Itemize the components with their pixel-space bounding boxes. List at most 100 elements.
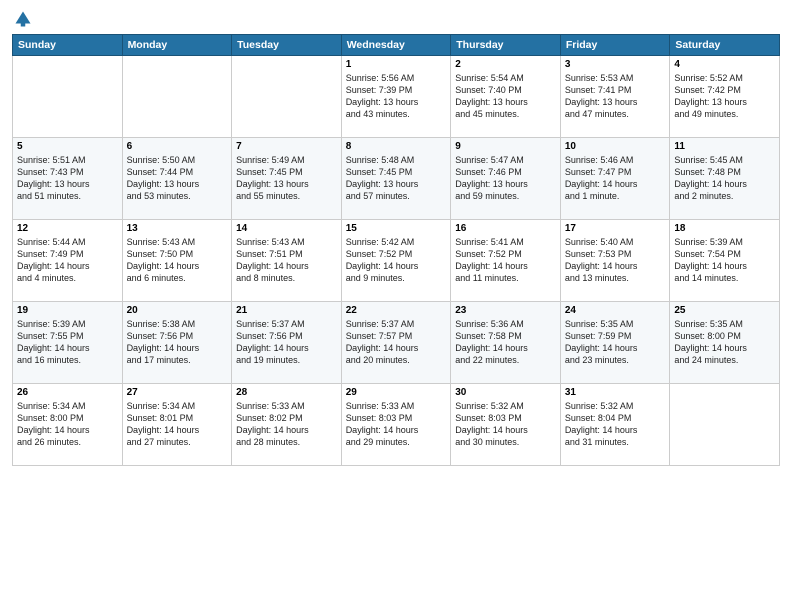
day-number: 13 [127, 223, 228, 234]
calendar-body: 1 Sunrise: 5:56 AM Sunset: 7:39 PM Daylig… [13, 56, 780, 466]
calendar-day-cell: 24Sunrise: 5:35 AM Sunset: 7:59 PM Dayli… [560, 302, 670, 384]
day-number: 26 [17, 387, 118, 398]
calendar-day-cell: 30 Sunrise: 5:32 AM Sunset: 8:03 PM Dayli… [451, 384, 561, 466]
calendar-day-cell [13, 56, 123, 138]
calendar-day-cell: 4 Sunrise: 5:52 AM Sunset: 7:42 PM Daylig… [670, 56, 780, 138]
weekday-header-cell: Tuesday [232, 35, 342, 56]
day-number: 29 [346, 387, 447, 398]
day-info: Sunrise: 5:36 AM Sunset: 7:58 PM Dayligh… [455, 318, 556, 367]
day-info: Sunrise: 5:40 AM Sunset: 7:53 PM Dayligh… [565, 236, 666, 285]
day-info: Sunrise: 5:33 AM Sunset: 8:03 PM Dayligh… [346, 400, 447, 449]
logo-icon [14, 10, 32, 28]
day-info: Sunrise: 5:38 AM Sunset: 7:56 PM Dayligh… [127, 318, 228, 367]
day-info: Sunrise: 5:51 AM Sunset: 7:43 PM Dayligh… [17, 154, 118, 203]
day-info: Sunrise: 5:39 AM Sunset: 7:55 PM Dayligh… [17, 318, 118, 367]
weekday-header-cell: Wednesday [341, 35, 451, 56]
day-info: Sunrise: 5:37 AM Sunset: 7:56 PM Dayligh… [236, 318, 337, 367]
calendar-day-cell: 29 Sunrise: 5:33 AM Sunset: 8:03 PM Dayli… [341, 384, 451, 466]
day-number: 12 [17, 223, 118, 234]
calendar-day-cell: 20 Sunrise: 5:38 AM Sunset: 7:56 PM Dayli… [122, 302, 232, 384]
weekday-header-cell: Monday [122, 35, 232, 56]
day-number: 14 [236, 223, 337, 234]
calendar-day-cell: 1 Sunrise: 5:56 AM Sunset: 7:39 PM Daylig… [341, 56, 451, 138]
day-number: 3 [565, 59, 666, 70]
day-number: 4 [674, 59, 775, 70]
day-number: 8 [346, 141, 447, 152]
day-number: 20 [127, 305, 228, 316]
day-number: 16 [455, 223, 556, 234]
day-info: Sunrise: 5:41 AM Sunset: 7:52 PM Dayligh… [455, 236, 556, 285]
calendar-day-cell [670, 384, 780, 466]
day-number: 7 [236, 141, 337, 152]
day-info: Sunrise: 5:56 AM Sunset: 7:39 PM Dayligh… [346, 72, 447, 121]
calendar-day-cell: 7 Sunrise: 5:49 AM Sunset: 7:45 PM Daylig… [232, 138, 342, 220]
calendar-week-row: 26 Sunrise: 5:34 AM Sunset: 8:00 PM Dayli… [13, 384, 780, 466]
calendar-day-cell: 10 Sunrise: 5:46 AM Sunset: 7:47 PM Dayli… [560, 138, 670, 220]
day-number: 25 [674, 305, 775, 316]
calendar-day-cell: 12 Sunrise: 5:44 AM Sunset: 7:49 PM Dayli… [13, 220, 123, 302]
calendar-week-row: 12 Sunrise: 5:44 AM Sunset: 7:49 PM Dayli… [13, 220, 780, 302]
day-number: 28 [236, 387, 337, 398]
day-number: 30 [455, 387, 556, 398]
day-info: Sunrise: 5:35 AM Sunset: 8:00 PM Dayligh… [674, 318, 775, 367]
weekday-header-cell: Thursday [451, 35, 561, 56]
weekday-header-row: SundayMondayTuesdayWednesdayThursdayFrid… [13, 35, 780, 56]
day-info: Sunrise: 5:39 AM Sunset: 7:54 PM Dayligh… [674, 236, 775, 285]
calendar-day-cell: 18 Sunrise: 5:39 AM Sunset: 7:54 PM Dayli… [670, 220, 780, 302]
calendar-day-cell: 19Sunrise: 5:39 AM Sunset: 7:55 PM Dayli… [13, 302, 123, 384]
day-number: 18 [674, 223, 775, 234]
calendar-day-cell: 17 Sunrise: 5:40 AM Sunset: 7:53 PM Dayli… [560, 220, 670, 302]
day-number: 2 [455, 59, 556, 70]
calendar-day-cell: 2 Sunrise: 5:54 AM Sunset: 7:40 PM Daylig… [451, 56, 561, 138]
calendar-day-cell: 15Sunrise: 5:42 AM Sunset: 7:52 PM Dayli… [341, 220, 451, 302]
day-info: Sunrise: 5:34 AM Sunset: 8:01 PM Dayligh… [127, 400, 228, 449]
day-number: 5 [17, 141, 118, 152]
calendar-day-cell: 13 Sunrise: 5:43 AM Sunset: 7:50 PM Dayli… [122, 220, 232, 302]
calendar-day-cell: 22 Sunrise: 5:37 AM Sunset: 7:57 PM Dayli… [341, 302, 451, 384]
calendar-day-cell [232, 56, 342, 138]
calendar-week-row: 1 Sunrise: 5:56 AM Sunset: 7:39 PM Daylig… [13, 56, 780, 138]
day-info: Sunrise: 5:54 AM Sunset: 7:40 PM Dayligh… [455, 72, 556, 121]
day-number: 9 [455, 141, 556, 152]
calendar-day-cell: 26 Sunrise: 5:34 AM Sunset: 8:00 PM Dayli… [13, 384, 123, 466]
calendar-day-cell: 6Sunrise: 5:50 AM Sunset: 7:44 PM Daylig… [122, 138, 232, 220]
calendar-day-cell: 31Sunrise: 5:32 AM Sunset: 8:04 PM Dayli… [560, 384, 670, 466]
day-info: Sunrise: 5:47 AM Sunset: 7:46 PM Dayligh… [455, 154, 556, 203]
day-number: 23 [455, 305, 556, 316]
logo [12, 10, 32, 28]
header [12, 10, 780, 28]
calendar-day-cell: 5 Sunrise: 5:51 AM Sunset: 7:43 PM Daylig… [13, 138, 123, 220]
day-info: Sunrise: 5:42 AM Sunset: 7:52 PM Dayligh… [346, 236, 447, 285]
day-number: 11 [674, 141, 775, 152]
day-number: 1 [346, 59, 447, 70]
calendar-week-row: 5 Sunrise: 5:51 AM Sunset: 7:43 PM Daylig… [13, 138, 780, 220]
day-number: 27 [127, 387, 228, 398]
calendar-day-cell: 25 Sunrise: 5:35 AM Sunset: 8:00 PM Dayli… [670, 302, 780, 384]
day-info: Sunrise: 5:43 AM Sunset: 7:50 PM Dayligh… [127, 236, 228, 285]
day-info: Sunrise: 5:32 AM Sunset: 8:04 PM Dayligh… [565, 400, 666, 449]
weekday-header-cell: Saturday [670, 35, 780, 56]
calendar-day-cell [122, 56, 232, 138]
day-info: Sunrise: 5:53 AM Sunset: 7:41 PM Dayligh… [565, 72, 666, 121]
day-info: Sunrise: 5:35 AM Sunset: 7:59 PM Dayligh… [565, 318, 666, 367]
day-info: Sunrise: 5:37 AM Sunset: 7:57 PM Dayligh… [346, 318, 447, 367]
weekday-header-cell: Sunday [13, 35, 123, 56]
day-info: Sunrise: 5:43 AM Sunset: 7:51 PM Dayligh… [236, 236, 337, 285]
day-info: Sunrise: 5:49 AM Sunset: 7:45 PM Dayligh… [236, 154, 337, 203]
weekday-header-cell: Friday [560, 35, 670, 56]
calendar-day-cell: 28Sunrise: 5:33 AM Sunset: 8:02 PM Dayli… [232, 384, 342, 466]
day-number: 22 [346, 305, 447, 316]
day-info: Sunrise: 5:34 AM Sunset: 8:00 PM Dayligh… [17, 400, 118, 449]
calendar-day-cell: 27 Sunrise: 5:34 AM Sunset: 8:01 PM Dayli… [122, 384, 232, 466]
day-info: Sunrise: 5:46 AM Sunset: 7:47 PM Dayligh… [565, 154, 666, 203]
calendar-container: SundayMondayTuesdayWednesdayThursdayFrid… [0, 0, 792, 612]
day-number: 10 [565, 141, 666, 152]
calendar-day-cell: 23 Sunrise: 5:36 AM Sunset: 7:58 PM Dayli… [451, 302, 561, 384]
day-info: Sunrise: 5:44 AM Sunset: 7:49 PM Dayligh… [17, 236, 118, 285]
day-info: Sunrise: 5:52 AM Sunset: 7:42 PM Dayligh… [674, 72, 775, 121]
day-info: Sunrise: 5:32 AM Sunset: 8:03 PM Dayligh… [455, 400, 556, 449]
calendar-day-cell: 9 Sunrise: 5:47 AM Sunset: 7:46 PM Daylig… [451, 138, 561, 220]
day-number: 21 [236, 305, 337, 316]
calendar-week-row: 19Sunrise: 5:39 AM Sunset: 7:55 PM Dayli… [13, 302, 780, 384]
day-number: 17 [565, 223, 666, 234]
